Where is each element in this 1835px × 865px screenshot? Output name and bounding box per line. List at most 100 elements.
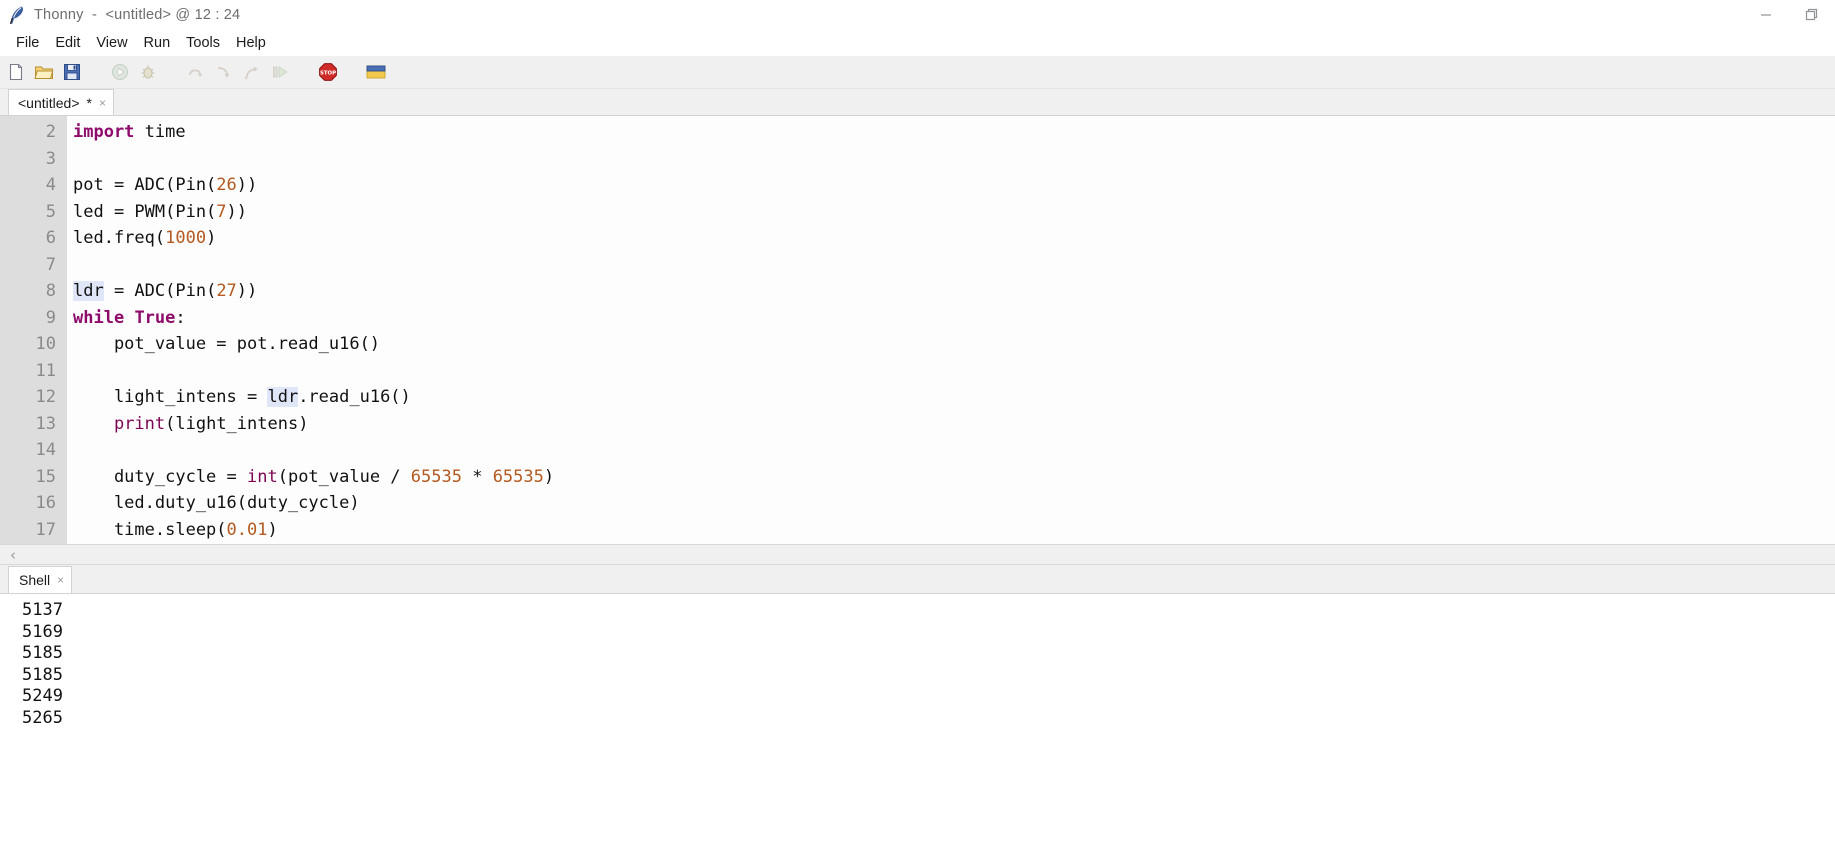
editor-tab-label: <untitled> — [18, 94, 80, 111]
code-editor[interactable]: 2 3 4 5 6 7 8 9 10 11 12 13 14 15 16 17 import time pot… — [0, 116, 1835, 544]
code-token: time.sleep( — [73, 519, 227, 540]
number-token: 7 — [216, 201, 227, 222]
line-number: 12 — [35, 387, 56, 407]
close-icon[interactable]: × — [57, 574, 64, 586]
new-file-button[interactable] — [4, 60, 28, 84]
line-number: 17 — [35, 519, 56, 540]
code-token: ) — [543, 466, 555, 487]
keyword-token: while — [73, 307, 125, 328]
code-line: led.freq(1000) — [73, 225, 1835, 252]
feather-icon — [6, 4, 28, 26]
scroll-left-icon[interactable]: ‹ — [0, 546, 26, 564]
editor-tab-strip: <untitled> * × — [0, 89, 1835, 116]
micropython-device-button[interactable] — [364, 60, 388, 84]
line-number: 16 — [35, 493, 56, 513]
debug-button[interactable] — [136, 60, 160, 84]
code-token: )) — [236, 175, 258, 195]
code-text-area[interactable]: import time pot = ADC(Pin(26)) led = PWM(… — [67, 116, 1835, 544]
keyword-token: import — [73, 122, 135, 142]
editor-tab-modified-marker: * — [86, 94, 92, 111]
editor-horizontal-scrollbar[interactable]: ‹ — [0, 544, 1835, 565]
menu-item-edit[interactable]: Edit — [47, 33, 88, 53]
code-token: .read_u16() — [298, 387, 411, 407]
code-line: time.sleep(0.01) — [73, 517, 1835, 544]
shell-tab-label: Shell — [19, 572, 51, 588]
shell-output-line: 5265 — [22, 707, 63, 728]
highlighted-token: ldr — [267, 387, 299, 407]
minimize-button[interactable] — [1743, 0, 1789, 30]
step-out-button[interactable] — [240, 60, 264, 84]
code-token: led = PWM(Pin( — [73, 201, 217, 222]
code-token: )) — [236, 281, 258, 301]
code-token: led.freq( — [73, 228, 166, 248]
code-token: light_intens = — [73, 387, 268, 407]
code-line: import time — [73, 119, 1835, 146]
line-number: 13 — [35, 413, 56, 434]
code-token: * — [461, 466, 493, 487]
save-file-button[interactable] — [60, 60, 84, 84]
shell-output[interactable]: 5137 5169 5185 5185 5249 5265 — [0, 594, 1835, 865]
stop-button[interactable]: STOP — [316, 60, 340, 84]
shell-output-line: 5185 — [22, 664, 63, 685]
code-token: ) — [206, 228, 217, 248]
run-button[interactable] — [108, 60, 132, 84]
line-number: 11 — [35, 360, 56, 381]
line-number: 7 — [45, 254, 56, 275]
number-token: 0.01 — [226, 519, 268, 540]
builtin-token: print — [113, 413, 166, 434]
number-token: 26 — [216, 175, 237, 195]
menu-item-tools[interactable]: Tools — [178, 33, 228, 53]
shell-output-line: 5185 — [22, 643, 63, 663]
code-line: ldr = ADC(Pin(27)) — [73, 278, 1835, 305]
code-token: led.duty_u16(duty_cycle) — [73, 493, 360, 513]
shell-output-line: 5169 — [22, 621, 63, 642]
code-line: pot = ADC(Pin(26)) — [73, 172, 1835, 199]
svg-text:STOP: STOP — [320, 70, 336, 76]
menu-item-help[interactable]: Help — [228, 33, 274, 53]
title-bar: Thonny - <untitled> @ 12 : 24 — [0, 0, 1835, 30]
window-title: Thonny - <untitled> @ 12 : 24 — [34, 7, 241, 23]
code-line: light_intens = ldr.read_u16() — [73, 384, 1835, 411]
code-line: pot_value = pot.read_u16() — [73, 331, 1835, 358]
line-number: 8 — [45, 281, 56, 301]
editor-tab-untitled[interactable]: <untitled> * × — [8, 89, 114, 115]
step-into-button[interactable] — [212, 60, 236, 84]
step-over-button[interactable] — [184, 60, 208, 84]
number-token: 27 — [216, 281, 237, 301]
resume-button[interactable] — [268, 60, 292, 84]
shell-tab-strip: Shell × — [0, 565, 1835, 594]
code-line: print(light_intens) — [73, 411, 1835, 438]
highlighted-token: ldr — [73, 281, 104, 301]
code-token: : — [175, 307, 186, 328]
open-folder-button[interactable] — [32, 60, 56, 84]
toolbar: STOP — [0, 56, 1835, 89]
number-token: 65535 — [492, 466, 544, 487]
keyword-token: True — [134, 307, 176, 328]
menu-item-view[interactable]: View — [88, 33, 135, 53]
menu-item-file[interactable]: File — [8, 33, 47, 53]
close-icon[interactable]: × — [99, 97, 106, 109]
line-number: 14 — [35, 440, 56, 460]
builtin-token: int — [247, 466, 278, 487]
line-number: 2 — [45, 122, 56, 142]
line-number-gutter: 2 3 4 5 6 7 8 9 10 11 12 13 14 15 16 17 — [0, 116, 67, 544]
code-token: pot_value = pot.read_u16() — [73, 334, 381, 354]
code-token: duty_cycle = — [73, 466, 247, 487]
shell-output-line: 5249 — [22, 686, 63, 706]
code-token: (light_intens) — [165, 413, 309, 434]
code-token: )) — [226, 201, 248, 222]
code-line: while True: — [73, 305, 1835, 332]
code-token: ) — [267, 519, 278, 540]
code-token: = ADC(Pin( — [103, 281, 217, 301]
restore-button[interactable] — [1789, 0, 1835, 30]
code-token: pot = ADC(Pin( — [73, 175, 217, 195]
line-number: 6 — [45, 228, 56, 248]
shell-tab[interactable]: Shell × — [8, 566, 73, 593]
menu-item-run[interactable]: Run — [136, 33, 179, 53]
